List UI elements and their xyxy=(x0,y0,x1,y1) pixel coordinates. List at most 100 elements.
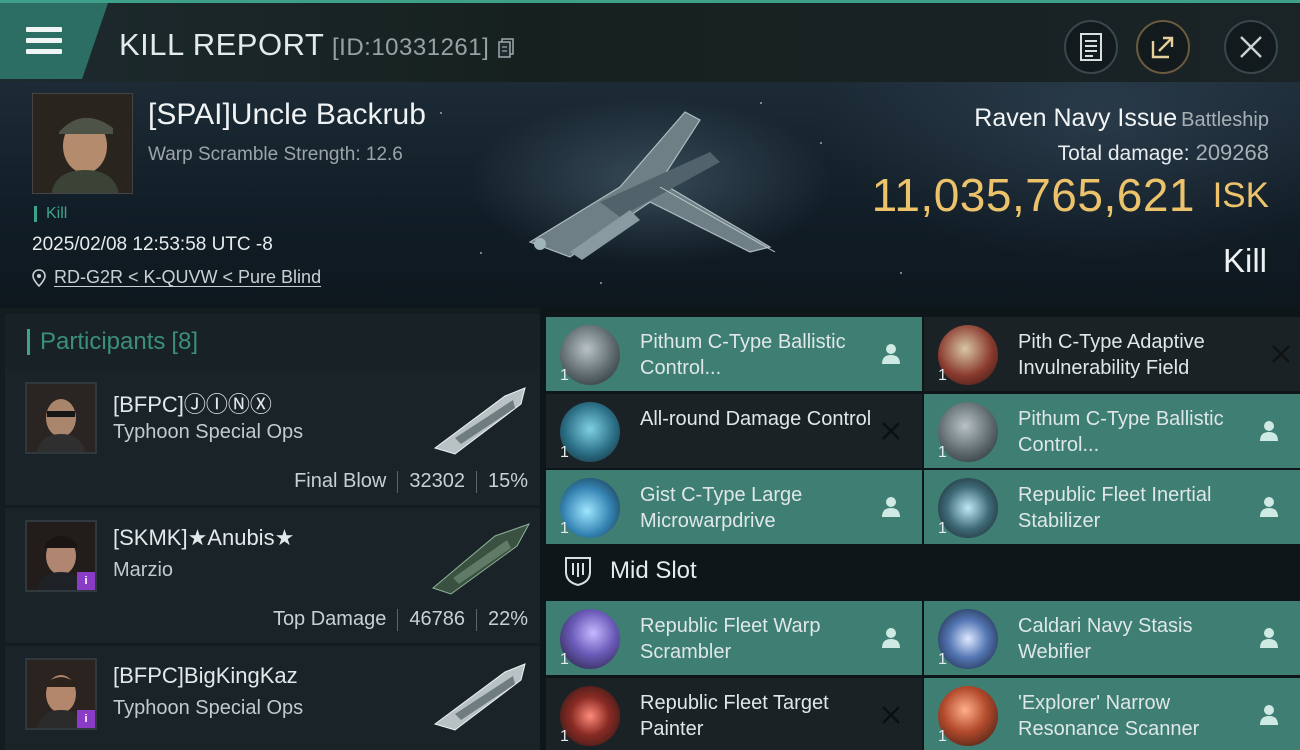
victim-banner: [SPAI]Uncle Backrub Warp Scramble Streng… xyxy=(0,82,1300,308)
hamburger-menu-icon xyxy=(26,27,62,55)
clipboard-button[interactable] xyxy=(1064,20,1118,74)
participants-label: Participants xyxy=(40,328,166,355)
module-item[interactable]: 1 All-round Damage Control xyxy=(546,394,922,468)
module-item[interactable]: 1 Gist C-Type Large Microwarpdrive xyxy=(546,470,922,544)
ballistic-control-icon xyxy=(560,325,620,385)
module-name: 'Explorer' Narrow Resonance Scanner xyxy=(1018,692,1200,740)
module-qty: 1 xyxy=(560,367,569,384)
module-qty: 1 xyxy=(938,444,947,461)
top-bar: KILL REPORT [ID:10331261] xyxy=(0,0,1300,82)
participant-ship: Typhoon Special Ops xyxy=(113,421,304,443)
module-item[interactable]: 1 Pith C-Type Adaptive Invulnerability F… xyxy=(924,317,1300,391)
participant-ship-image xyxy=(433,663,526,731)
module-item[interactable]: 1 'Explorer' Narrow Resonance Scanner xyxy=(924,678,1300,750)
module-name: Pithum C-Type Ballistic Control... xyxy=(1018,408,1224,456)
participant-ship: Typhoon Special Ops xyxy=(113,697,304,719)
participant-damage: 32302 xyxy=(409,470,465,492)
module-qty: 1 xyxy=(938,367,947,384)
module-name: Pithum C-Type Ballistic Control... xyxy=(640,331,846,379)
module-item[interactable]: 1 Pithum C-Type Ballistic Control... xyxy=(924,394,1300,468)
dropped-icon xyxy=(1260,705,1278,725)
location-link[interactable]: RD-G2R < K-QUVW < Pure Blind xyxy=(54,267,321,288)
kill-location[interactable]: RD-G2R < K-QUVW < Pure Blind xyxy=(32,267,321,288)
damage-control-icon xyxy=(560,402,620,462)
participant-avatar[interactable]: i xyxy=(25,520,97,592)
participants-count: [8] xyxy=(171,328,199,355)
participant-percent: 22% xyxy=(487,608,528,630)
dropped-icon xyxy=(882,344,900,364)
module-qty: 1 xyxy=(560,520,569,537)
participant-avatar[interactable]: i xyxy=(25,658,97,730)
module-name: Republic Fleet Warp Scrambler xyxy=(640,615,821,663)
victim-portrait[interactable] xyxy=(32,93,133,194)
ship-name: Raven Navy Issue xyxy=(974,104,1178,132)
copy-icon[interactable] xyxy=(498,38,514,58)
mid-slot-label: Mid Slot xyxy=(610,557,697,584)
kill-tag: Kill xyxy=(34,206,67,222)
module-item[interactable]: 1 Republic Fleet Inertial Stabilizer xyxy=(924,470,1300,544)
participant-role: Top Damage xyxy=(272,608,387,630)
close-button[interactable] xyxy=(1224,20,1278,74)
victim-name[interactable]: [SPAI]Uncle Backrub xyxy=(148,98,426,132)
module-qty: 1 xyxy=(560,651,569,668)
participant-percent: 15% xyxy=(487,470,528,492)
participants-header: Participants [8] xyxy=(5,314,540,370)
module-name: Gist C-Type Large Microwarpdrive xyxy=(640,484,803,532)
ship-class: Battleship xyxy=(1181,109,1269,131)
warp-scrambler-icon xyxy=(560,609,620,669)
total-damage-value: 209268 xyxy=(1195,140,1269,165)
module-item[interactable]: 1 Caldari Navy Stasis Webifier xyxy=(924,601,1300,675)
total-damage-label: Total damage: xyxy=(1057,142,1190,165)
total-damage: Total damage: 209268 xyxy=(1058,140,1269,166)
mid-slot-icon xyxy=(565,557,591,587)
participant-name: [BFPC]BigKingKaz xyxy=(113,663,298,688)
corp-badge: i xyxy=(77,572,95,590)
participant-name: [SKMK]★Anubis★ xyxy=(113,525,295,550)
microwarpdrive-icon xyxy=(560,478,620,538)
share-button[interactable] xyxy=(1136,20,1190,74)
participant-avatar[interactable] xyxy=(25,382,97,454)
module-qty: 1 xyxy=(938,651,947,668)
mid-slot-header: Mid Slot xyxy=(546,546,697,596)
module-qty: 1 xyxy=(560,444,569,461)
menu-button[interactable] xyxy=(0,3,108,79)
fitting-panel: 1 Pithum C-Type Ballistic Control... 1 P… xyxy=(540,308,1300,750)
stasis-webifier-icon xyxy=(938,609,998,669)
participant-row[interactable]: i [BFPC]BigKingKaz Typhoon Special Ops xyxy=(5,646,540,750)
pilot-portrait-icon xyxy=(33,94,132,193)
module-item[interactable]: 1 Pithum C-Type Ballistic Control... xyxy=(546,317,922,391)
corp-badge: i xyxy=(77,710,95,728)
module-name: Pith C-Type Adaptive Invulnerability Fie… xyxy=(1018,331,1205,379)
inertial-stabilizer-icon xyxy=(938,478,998,538)
dropped-icon xyxy=(1260,497,1278,517)
isk-value: 11,035,765,621 xyxy=(871,169,1195,221)
page-title: KILL REPORT xyxy=(119,27,325,62)
participant-ship-image xyxy=(431,523,531,595)
module-qty: 1 xyxy=(560,728,569,745)
participant-row[interactable]: [BFPC]ⒿⒾⓃⓍ Typhoon Special Ops Final Blo… xyxy=(5,370,540,505)
module-qty: 1 xyxy=(938,520,947,537)
destroyed-icon xyxy=(882,706,900,724)
kill-result: Kill xyxy=(1222,242,1267,279)
kill-datetime: 2025/02/08 12:53:58 UTC -8 xyxy=(32,234,273,255)
participant-row[interactable]: i [SKMK]★Anubis★ Marzio Top Damage 46786… xyxy=(5,508,540,643)
module-name: All-round Damage Control xyxy=(640,408,872,430)
victim-ship-image xyxy=(528,111,776,260)
module-name: Republic Fleet Target Painter xyxy=(640,692,829,740)
adaptive-invulnerability-icon xyxy=(938,325,998,385)
dropped-icon xyxy=(1260,628,1278,648)
kill-id: [ID:10331261] xyxy=(332,34,490,61)
share-icon xyxy=(1151,36,1174,59)
participant-name: [BFPC]ⒿⒾⓃⓍ xyxy=(113,392,272,417)
module-item[interactable]: 1 Republic Fleet Target Painter xyxy=(546,678,922,750)
module-item[interactable]: 1 Republic Fleet Warp Scrambler xyxy=(546,601,922,675)
module-name: Caldari Navy Stasis Webifier xyxy=(1018,615,1193,663)
participant-stats: Top Damage 46786 22% xyxy=(273,608,528,631)
location-pin-icon xyxy=(32,268,46,287)
pilot-portrait-icon xyxy=(27,384,95,452)
close-icon xyxy=(1240,36,1262,58)
victim-ship[interactable]: Raven Navy Issue Battleship xyxy=(974,104,1269,133)
participant-role: Final Blow xyxy=(294,470,387,492)
isk-unit: ISK xyxy=(1212,176,1269,215)
destroyed-icon xyxy=(882,422,900,440)
